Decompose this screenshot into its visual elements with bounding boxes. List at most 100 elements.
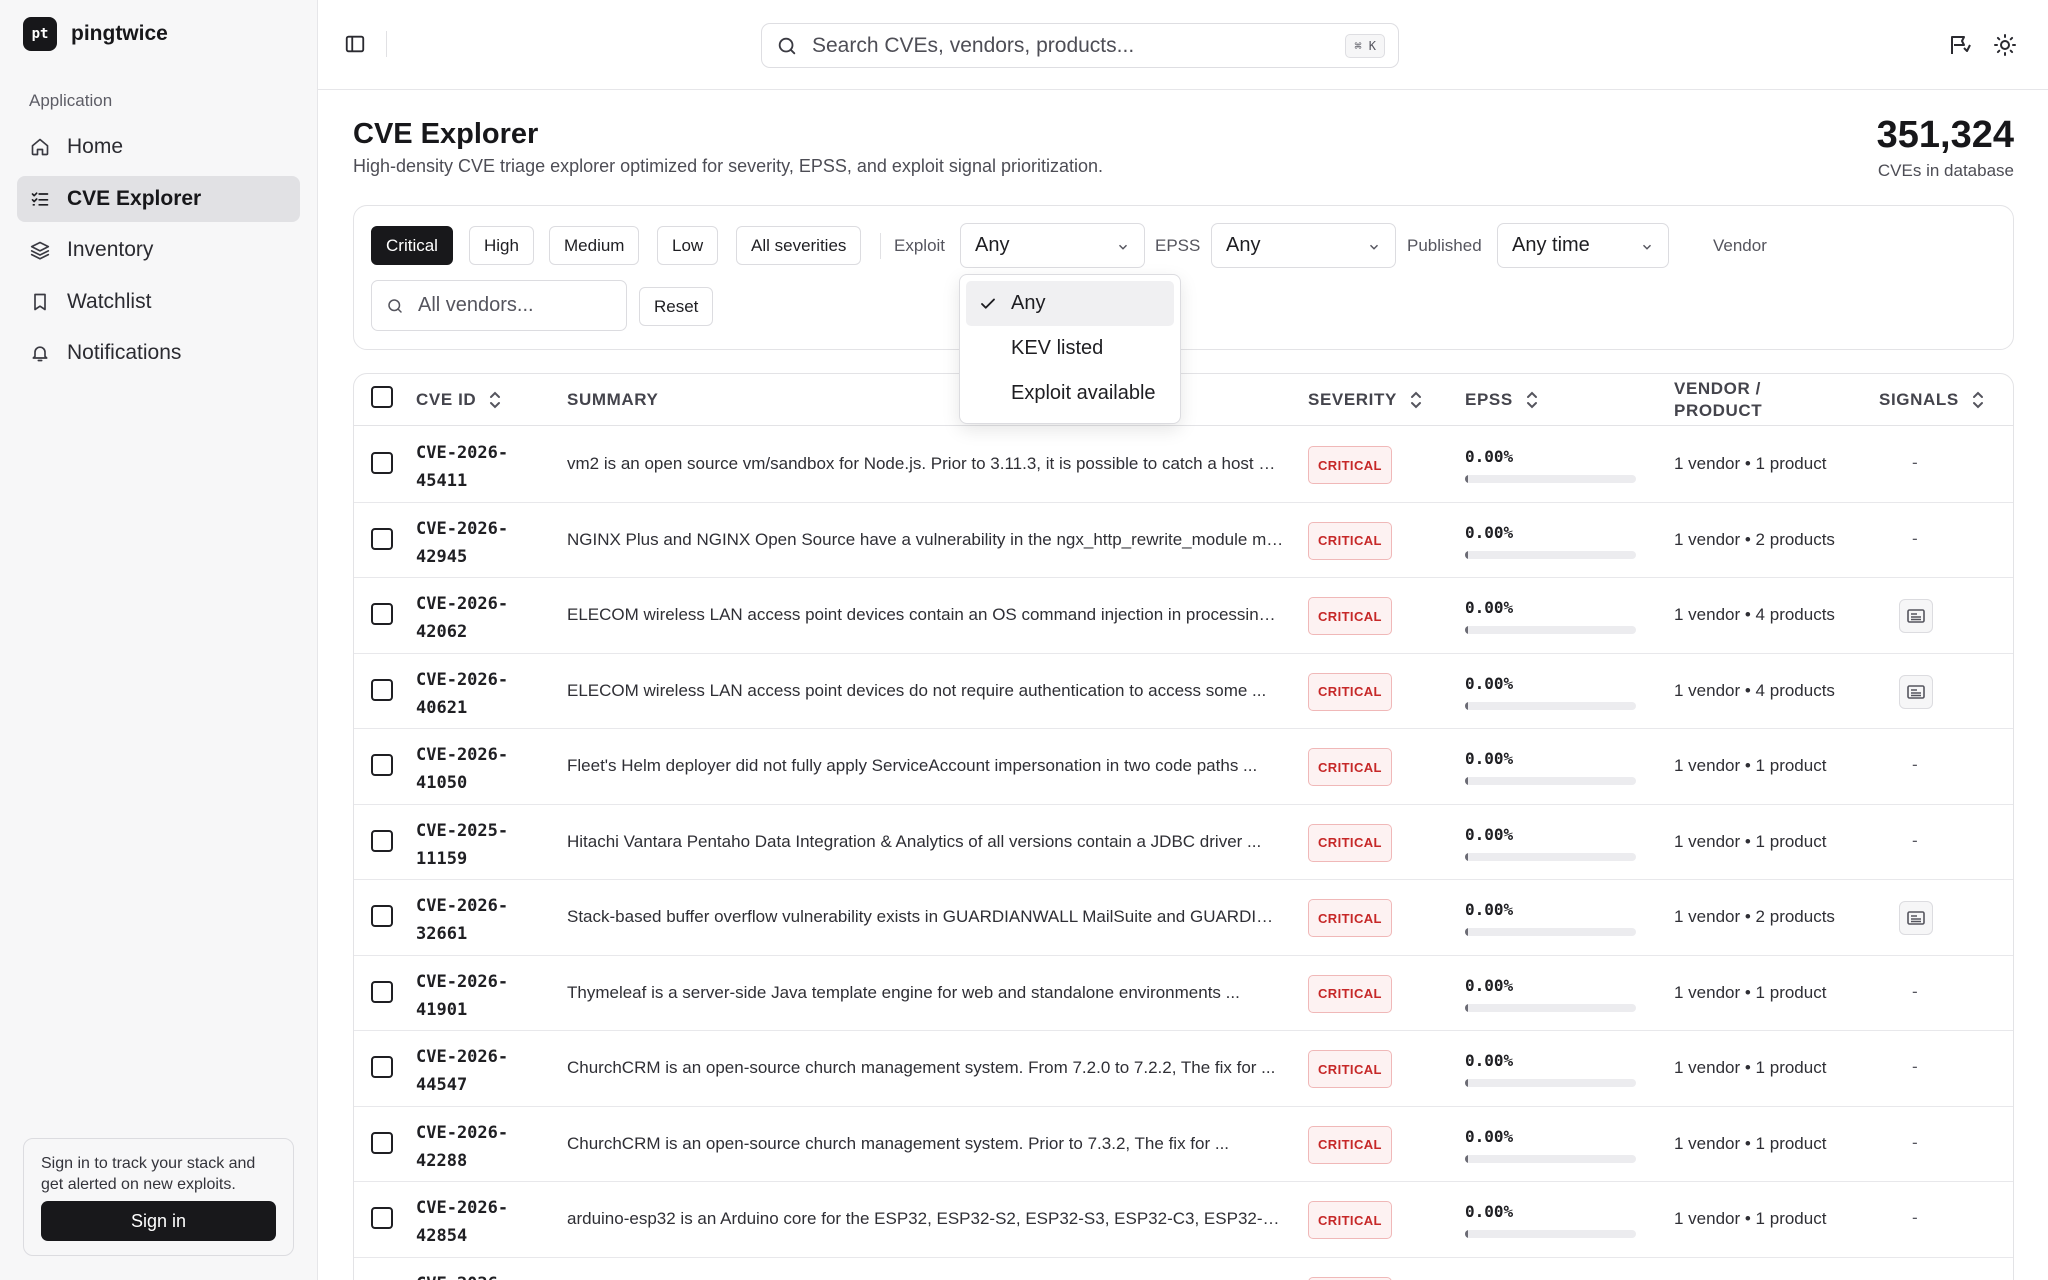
cve-id-number: 42062 xyxy=(416,622,468,642)
signals-empty: - xyxy=(1912,830,1918,850)
cve-id-link[interactable]: CVE-2026- 42854 xyxy=(416,1194,508,1250)
sign-in-button[interactable]: Sign in xyxy=(41,1201,276,1241)
exploit-option-exploit-available[interactable]: Exploit available xyxy=(966,371,1174,416)
cve-count-label: CVEs in database xyxy=(1877,161,2014,180)
epss-value: 0.00% xyxy=(1465,522,1514,542)
cve-id-link[interactable]: CVE-2025- 11159 xyxy=(416,817,508,873)
news-icon xyxy=(1907,911,1925,925)
feedback-button[interactable] xyxy=(1948,33,1972,57)
cve-summary[interactable]: ChurchCRM is an open-source church manag… xyxy=(567,1058,1284,1078)
cve-summary[interactable]: ELECOM wireless LAN access point devices… xyxy=(567,681,1284,701)
signal-badge[interactable] xyxy=(1899,674,1933,709)
signal-badge[interactable] xyxy=(1899,901,1933,935)
exploit-option-kev-listed[interactable]: KEV listed xyxy=(966,326,1174,371)
row-checkbox[interactable] xyxy=(371,1207,393,1229)
cve-summary[interactable]: Hitachi Vantara Pentaho Data Integration… xyxy=(567,832,1284,852)
table-row[interactable]: CVE-2025- 11159 Hitachi Vantara Pentaho Da… xyxy=(354,805,2013,880)
severity-chip-high[interactable]: High xyxy=(469,226,534,265)
search-input[interactable]: Search CVEs, vendors, products... ⌘ K xyxy=(761,23,1399,68)
row-checkbox[interactable] xyxy=(371,527,393,550)
table-row[interactable]: CVE-2026- 41050 Fleet's Helm deployer did … xyxy=(354,729,2013,805)
cve-summary[interactable]: NGINX Plus and NGINX Open Source have a … xyxy=(567,530,1284,550)
table-row[interactable]: CVE-2026- 41901 Thymeleaf is a server-side… xyxy=(354,956,2013,1031)
signal-badge[interactable] xyxy=(1899,599,1933,633)
vendor-product-count: 1 vendor • 1 product xyxy=(1674,1058,1827,1077)
column-severity[interactable]: SEVERITY xyxy=(1308,374,1423,426)
cve-summary[interactable]: ELECOM wireless LAN access point devices… xyxy=(567,605,1284,625)
row-checkbox[interactable] xyxy=(371,905,393,927)
signals-empty: - xyxy=(1912,1132,1918,1152)
news-icon xyxy=(1907,684,1925,699)
table-row[interactable]: CVE-2026- 42288 ChurchCRM is an open-sourc… xyxy=(354,1107,2013,1182)
vendor-product-count: 1 vendor • 4 products xyxy=(1674,680,1835,700)
sidebar-item-watchlist[interactable]: Watchlist xyxy=(17,279,300,325)
theme-toggle-button[interactable] xyxy=(1993,33,2017,57)
column-signals[interactable]: SIGNALS xyxy=(1879,374,1985,426)
severity-badge: CRITICAL xyxy=(1308,823,1392,862)
cve-id-link[interactable]: CVE-2026- 32661 xyxy=(416,892,508,948)
row-checkbox[interactable] xyxy=(371,452,393,474)
row-checkbox[interactable] xyxy=(371,603,393,625)
severity-chip-low[interactable]: Low xyxy=(657,226,719,265)
table-row[interactable]: CVE-2026- 45411 vm2 is an open source vm/s… xyxy=(354,427,2013,503)
cve-id-link[interactable]: CVE-2026- 42945 xyxy=(416,515,508,571)
row-checkbox[interactable] xyxy=(371,1131,393,1154)
cve-id-link[interactable]: CVE-2026- 42062 xyxy=(416,590,508,646)
epss-bar xyxy=(1465,701,1636,710)
epss-bar-fill xyxy=(1465,475,1468,483)
cve-id-link[interactable]: CVE-2026- 42288 xyxy=(416,1119,508,1175)
vendor-placeholder: All vendors... xyxy=(418,294,534,316)
table-row[interactable]: CVE-2026-CRITICAL0.00% xyxy=(354,1258,2013,1280)
epss-bar-fill xyxy=(1465,928,1468,936)
row-checkbox[interactable] xyxy=(371,754,393,776)
reset-button[interactable]: Reset xyxy=(639,287,714,326)
cve-summary[interactable]: Thymeleaf is a server-side Java template… xyxy=(567,983,1284,1003)
cve-id-link[interactable]: CVE-2026- xyxy=(416,1270,508,1280)
sidebar-item-notifications[interactable]: Notifications xyxy=(17,330,300,376)
select-all-checkbox[interactable] xyxy=(371,386,393,408)
sidebar-item-inventory[interactable]: Inventory xyxy=(17,227,300,273)
severity-badge: CRITICAL xyxy=(1308,748,1392,786)
severity-chip-all[interactable]: All severities xyxy=(736,226,862,265)
cve-summary[interactable]: arduino-esp32 is an Arduino core for the… xyxy=(567,1209,1284,1229)
epss-value: 0.00% xyxy=(1465,598,1514,617)
row-checkbox[interactable] xyxy=(371,678,393,701)
filter-divider xyxy=(880,233,881,259)
severity-chip-medium[interactable]: Medium xyxy=(549,226,640,265)
severity-chip-critical[interactable]: Critical xyxy=(371,226,453,265)
published-select[interactable]: Any time xyxy=(1497,223,1669,268)
row-checkbox[interactable] xyxy=(371,980,393,1003)
exploit-select[interactable]: Any xyxy=(960,223,1145,268)
cve-summary[interactable]: Fleet's Helm deployer did not fully appl… xyxy=(567,756,1284,776)
cve-id-link[interactable]: CVE-2026- 41050 xyxy=(416,741,508,797)
cve-id-link[interactable]: CVE-2026- 45411 xyxy=(416,439,508,495)
sidebar-toggle-button[interactable] xyxy=(342,31,368,57)
cve-summary[interactable]: Stack-based buffer overflow vulnerabilit… xyxy=(567,907,1284,927)
cve-id-link[interactable]: CVE-2026- 41901 xyxy=(416,968,508,1024)
row-checkbox[interactable] xyxy=(371,1056,393,1078)
sidebar-item-home[interactable]: Home xyxy=(17,124,300,170)
cve-summary[interactable]: vm2 is an open source vm/sandbox for Nod… xyxy=(567,454,1284,474)
cve-id-link[interactable]: CVE-2026- 44547 xyxy=(416,1043,508,1099)
brand[interactable]: pt pingtwice xyxy=(23,17,168,51)
table-row[interactable]: CVE-2026- 44547 ChurchCRM is an open-sourc… xyxy=(354,1031,2013,1107)
sidebar-item-cve-explorer[interactable]: CVE Explorer xyxy=(17,175,300,222)
chevron-down-icon xyxy=(1118,244,1128,250)
sort-icon xyxy=(1526,391,1537,409)
row-checkbox[interactable] xyxy=(371,829,393,852)
table-row[interactable]: CVE-2026- 40621 ELECOM wireless LAN access… xyxy=(354,654,2013,729)
cve-id-link[interactable]: CVE-2026- 40621 xyxy=(416,666,508,722)
table-row[interactable]: CVE-2026- 42062 ELECOM wireless LAN access… xyxy=(354,578,2013,654)
epss-bar xyxy=(1465,928,1636,936)
cve-id-prefix: CVE-2026- xyxy=(416,1122,509,1143)
column-cve-id[interactable]: CVE ID xyxy=(416,374,502,426)
table-row[interactable]: CVE-2026- 42854 arduino-esp32 is an Arduin… xyxy=(354,1182,2013,1258)
cve-summary[interactable]: ChurchCRM is an open-source church manag… xyxy=(567,1134,1284,1154)
exploit-option-any[interactable]: Any xyxy=(966,281,1174,326)
search-shortcut: ⌘ K xyxy=(1345,34,1385,58)
epss-select[interactable]: Any xyxy=(1211,223,1396,268)
table-row[interactable]: CVE-2026- 42945 NGINX Plus and NGINX Open … xyxy=(354,503,2013,578)
column-epss[interactable]: EPSS xyxy=(1465,374,1539,426)
vendor-search-input[interactable]: All vendors... xyxy=(371,280,627,331)
table-row[interactable]: CVE-2026- 32661 Stack-based buffer overflo… xyxy=(354,880,2013,956)
